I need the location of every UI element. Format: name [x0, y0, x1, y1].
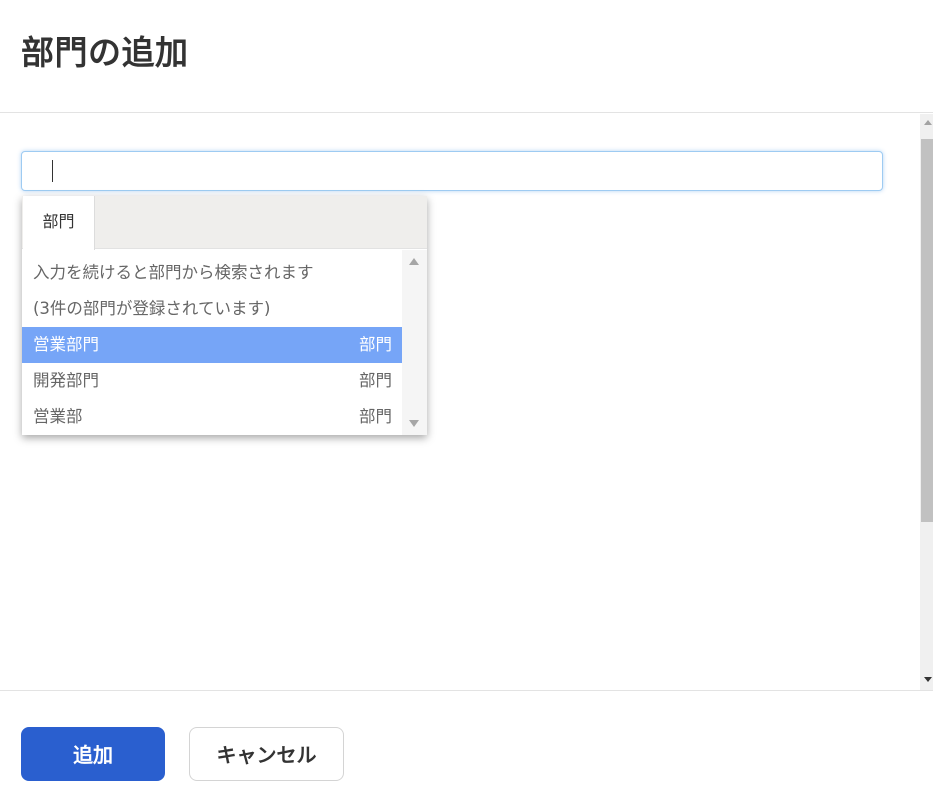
list-item[interactable]: 営業部門 部門 — [22, 327, 402, 363]
scroll-down-icon[interactable] — [924, 677, 932, 682]
dropdown-tab-strip: 部門 — [22, 196, 427, 250]
dialog-header: 部門の追加 — [0, 0, 933, 113]
option-name: 開発部門 — [33, 371, 99, 390]
add-department-dialog: 部門の追加 部門 入力を続けると部門から検索されます (3件の部門が登録されてい… — [0, 0, 933, 802]
department-search-input[interactable] — [21, 151, 883, 191]
suggestion-dropdown: 部門 入力を続けると部門から検索されます (3件の部門が登録されています) 営業… — [22, 196, 427, 435]
dialog-body: 部門 入力を続けると部門から検索されます (3件の部門が登録されています) 営業… — [0, 114, 933, 690]
option-name: 営業部 — [33, 407, 83, 426]
option-category: 部門 — [359, 407, 392, 426]
registered-count-text: (3件の部門が登録されています) — [33, 299, 271, 318]
list-item[interactable]: 開発部門 部門 — [22, 363, 402, 399]
page-scrollbar[interactable] — [920, 114, 933, 690]
triangle-down-icon[interactable] — [409, 420, 419, 427]
scrollbar-thumb[interactable] — [921, 139, 933, 522]
tab-department[interactable]: 部門 — [23, 196, 95, 250]
cancel-button[interactable]: キャンセル — [189, 727, 344, 781]
add-button[interactable]: 追加 — [21, 727, 165, 781]
dropdown-scrollbar[interactable] — [402, 250, 427, 435]
dialog-title: 部門の追加 — [21, 33, 189, 72]
text-caret — [52, 160, 53, 182]
option-category: 部門 — [359, 371, 392, 390]
option-category: 部門 — [359, 335, 392, 354]
list-item[interactable]: 営業部 部門 — [22, 399, 402, 435]
option-name: 営業部門 — [33, 335, 99, 354]
search-hint-text: 入力を続けると部門から検索されます — [33, 263, 314, 282]
suggestion-list: 入力を続けると部門から検索されます (3件の部門が登録されています) 営業部門 … — [22, 255, 402, 435]
dialog-footer: 追加 キャンセル — [0, 690, 933, 802]
scroll-up-icon[interactable] — [924, 120, 932, 125]
triangle-up-icon[interactable] — [409, 258, 419, 265]
